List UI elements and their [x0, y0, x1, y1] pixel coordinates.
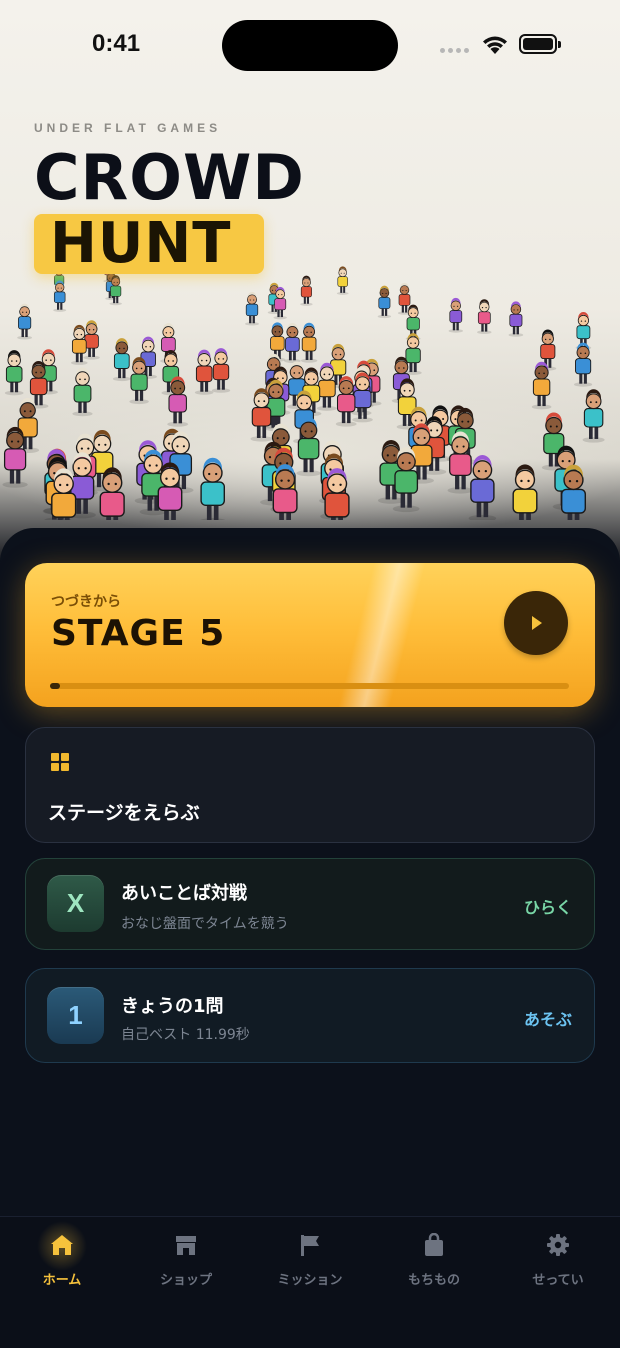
- tab-home[interactable]: ホーム: [0, 1217, 124, 1307]
- versus-badge: X: [47, 875, 104, 932]
- tab-shop[interactable]: ショップ: [124, 1217, 248, 1307]
- play-icon: [532, 616, 542, 630]
- crowd-person: [194, 349, 214, 395]
- crowd-person: [4, 350, 24, 396]
- tab-label: ホーム: [42, 1273, 82, 1288]
- status-bar: 0:41: [0, 0, 620, 90]
- crowd-person: [245, 291, 259, 326]
- crowd-person: [377, 285, 392, 319]
- crowd-person: [508, 301, 524, 337]
- crowd-person: [53, 280, 67, 312]
- daily-title: きょうの1問: [121, 996, 224, 1017]
- versus-title: あいことば対戦: [121, 883, 247, 904]
- crowd-person: [200, 457, 226, 520]
- crowd-person: [99, 467, 125, 520]
- stage-select-button[interactable]: ステージをえらぶ: [25, 727, 595, 843]
- crowd-person: [336, 266, 349, 295]
- hero-illustration: 0:41 UNDER FLAT GAMES CROWD HUNT: [0, 0, 620, 560]
- crowd-person: [468, 455, 497, 520]
- tab-inventory[interactable]: もちもの: [372, 1217, 496, 1307]
- gear-icon: [547, 1234, 569, 1256]
- crowd-person: [17, 303, 33, 340]
- crowd-person: [582, 389, 605, 443]
- grid-icon: [51, 753, 69, 771]
- continue-button[interactable]: つづきから STAGE 5: [25, 563, 595, 707]
- crowd-person: [448, 297, 463, 333]
- game-title-line2: HUNT: [50, 211, 232, 276]
- continue-subtitle: つづきから: [51, 594, 121, 610]
- dynamic-island: [222, 20, 398, 71]
- tab-label: もちもの: [407, 1273, 460, 1288]
- flag-icon: [301, 1235, 319, 1256]
- versus-subtitle: おなじ盤面でタイムを競う: [121, 916, 289, 932]
- stage-select-label: ステージをえらぶ: [48, 802, 200, 824]
- crowd-person: [72, 367, 93, 417]
- crowd-person: [512, 464, 538, 520]
- crowd-person: [112, 338, 131, 382]
- shop-icon: [176, 1236, 196, 1255]
- stage-progress-fill: [50, 683, 61, 689]
- tab-label: せってい: [532, 1273, 584, 1288]
- daily-play-button[interactable]: あそぶ: [524, 1006, 572, 1030]
- home-icon: [51, 1235, 73, 1255]
- current-stage-label: STAGE 5: [51, 613, 226, 654]
- wifi-icon: [483, 36, 507, 54]
- daily-best-time: 自己ベスト 11.99秒: [121, 1027, 250, 1043]
- bag-icon: [425, 1233, 443, 1256]
- crowd-person: [284, 323, 301, 364]
- game-title-line1: CROWD: [34, 141, 305, 214]
- daily-puzzle-card[interactable]: 1 きょうの1問 自己ベスト 11.99秒 あそぶ: [25, 968, 595, 1063]
- studio-name: UNDER FLAT GAMES: [34, 121, 222, 135]
- crowd-person: [300, 322, 318, 363]
- crowd-person: [211, 348, 231, 393]
- tab-label: ショップ: [159, 1273, 212, 1288]
- versus-open-button[interactable]: ひらく: [524, 894, 572, 918]
- status-time: 0:41: [92, 30, 141, 57]
- crowd-person: [167, 376, 189, 427]
- crowd-person: [71, 324, 88, 365]
- stage-progress-bar: [50, 683, 569, 689]
- cellular-signal-icon: [440, 48, 470, 54]
- bottom-tab-bar: ホーム ショップ ミッション もちもの せってい: [0, 1216, 620, 1348]
- crowd-person: [477, 299, 492, 334]
- passphrase-battle-card[interactable]: X あいことば対戦 おなじ盤面でタイムを競う ひらく: [25, 858, 595, 950]
- daily-badge: 1: [47, 987, 104, 1044]
- battery-icon: [519, 34, 561, 54]
- play-button[interactable]: [504, 591, 568, 655]
- tab-label: ミッション: [277, 1273, 343, 1288]
- tab-missions[interactable]: ミッション: [248, 1217, 372, 1307]
- crowd-person: [300, 275, 313, 306]
- tab-settings[interactable]: せってい: [496, 1217, 620, 1307]
- crowd-person: [573, 342, 593, 387]
